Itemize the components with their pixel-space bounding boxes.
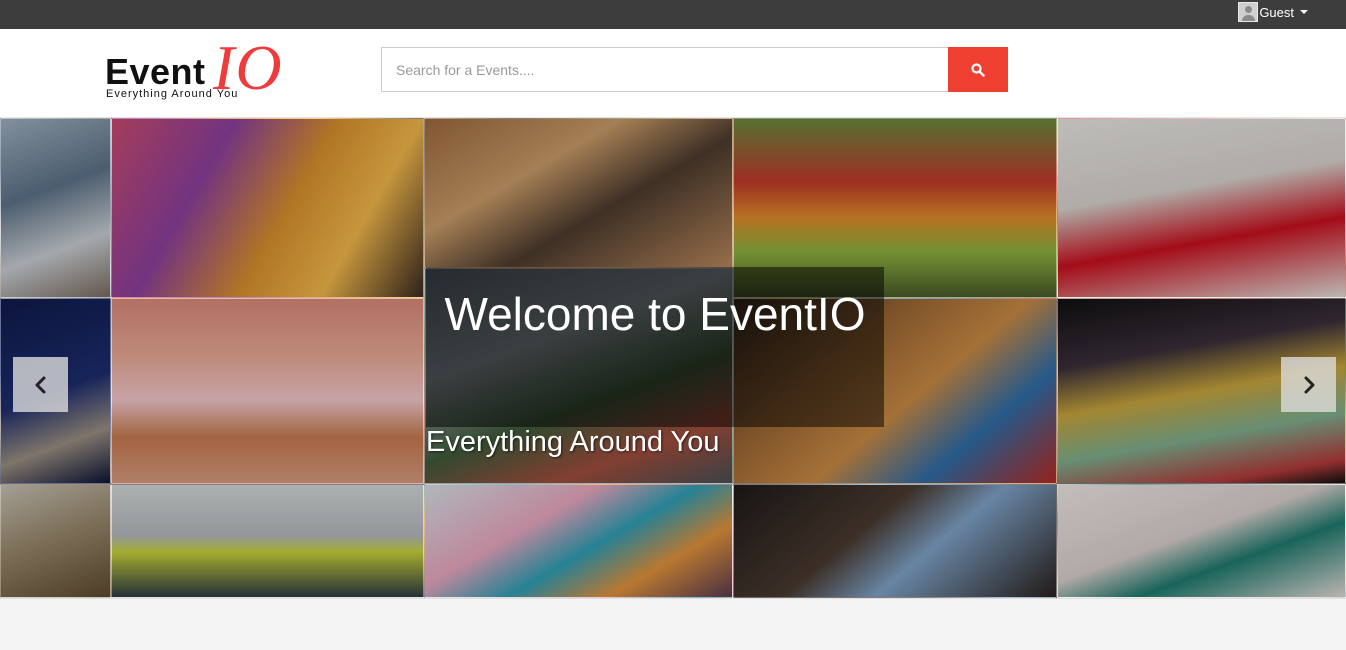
user-label: Guest (1259, 4, 1294, 20)
logo-event-text: Event (105, 51, 206, 92)
top-bar: Guest (0, 0, 1346, 29)
chevron-left-icon (35, 376, 45, 393)
logo-tagline: Everything Around You (106, 88, 239, 100)
tile-coca-cola (1057, 118, 1346, 298)
tile-perfume-bottles (424, 484, 733, 598)
tile-mall-display (0, 118, 111, 298)
header: Event IO Everything Around You (0, 29, 1346, 118)
tile-handbags (111, 118, 424, 298)
carousel-prev-button[interactable] (13, 357, 68, 412)
carousel-title: Welcome to EventIO (444, 288, 866, 340)
search-icon (971, 62, 985, 77)
search-input[interactable] (381, 47, 948, 92)
site-logo[interactable]: Event IO Everything Around You (105, 32, 315, 105)
carousel-subtitle: Everything Around You (426, 426, 720, 458)
hero-carousel: Welcome to EventIO Everything Around You (0, 118, 1346, 598)
tile-hat-sunglasses (424, 118, 733, 268)
caret-down-icon (1300, 10, 1308, 14)
chevron-right-icon (1304, 376, 1314, 393)
tile-smartphone (733, 484, 1057, 598)
user-menu[interactable]: Guest (1238, 1, 1308, 23)
tile-pills (1057, 484, 1346, 598)
search-button[interactable] (948, 47, 1008, 92)
tile-crib (111, 298, 424, 484)
carousel-next-button[interactable] (1281, 357, 1336, 412)
avatar-icon (1238, 2, 1259, 22)
tile-watch (0, 484, 111, 598)
tile-bicycles (111, 484, 424, 598)
page-content-area (0, 598, 1346, 650)
